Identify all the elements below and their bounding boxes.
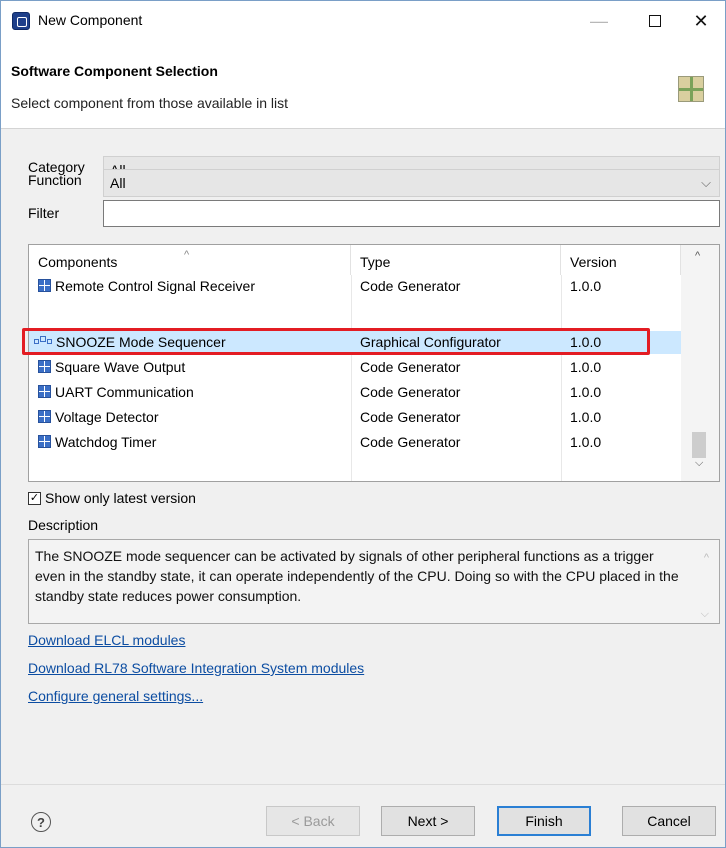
table-row[interactable]: Voltage Detector Code Generator 1.0.0 xyxy=(29,406,681,429)
component-version: 1.0.0 xyxy=(570,359,602,375)
component-icon xyxy=(38,435,51,448)
component-type: Code Generator xyxy=(360,384,461,400)
show-latest-checkbox[interactable]: ✓ xyxy=(28,491,41,505)
component-type: Code Generator xyxy=(360,359,461,375)
component-version: 1.0.0 xyxy=(570,334,602,350)
show-latest-option[interactable]: ✓ Show only latest version xyxy=(28,490,196,506)
show-latest-label: Show only latest version xyxy=(45,490,196,506)
function-value: All xyxy=(110,175,126,191)
component-icon xyxy=(38,279,51,292)
back-button[interactable]: < Back xyxy=(266,806,360,836)
footer-divider xyxy=(1,784,725,785)
scroll-down-icon[interactable]: ⌵ xyxy=(701,604,709,624)
download-elcl-link[interactable]: Download ELCL modules xyxy=(28,632,185,648)
scroll-up-icon[interactable]: ^ xyxy=(704,548,709,568)
component-version: 1.0.0 xyxy=(570,384,602,400)
component-version: 1.0.0 xyxy=(570,409,602,425)
title-bar: New Component — ✕ xyxy=(1,1,725,41)
close-button[interactable]: ✕ xyxy=(678,1,724,41)
next-button[interactable]: Next > xyxy=(381,806,475,836)
configure-settings-link[interactable]: Configure general settings... xyxy=(28,688,203,704)
component-type: Code Generator xyxy=(360,409,461,425)
component-type: Graphical Configurator xyxy=(360,334,501,350)
finish-button[interactable]: Finish xyxy=(497,806,591,836)
column-header-label: Components xyxy=(38,254,118,270)
table-scrollbar[interactable]: ^ ⌵ xyxy=(681,245,719,481)
component-icon xyxy=(38,410,51,423)
sort-caret-icon: ^ xyxy=(184,249,190,261)
table-row[interactable]: Watchdog Timer Code Generator 1.0.0 xyxy=(29,431,681,454)
components-table: Components ^ Type Version Remote Control… xyxy=(28,244,720,482)
cancel-button[interactable]: Cancel xyxy=(622,806,716,836)
download-rl78-link[interactable]: Download RL78 Software Integration Syste… xyxy=(28,660,364,676)
component-icon xyxy=(38,360,51,373)
app-icon xyxy=(12,12,30,30)
component-type: Code Generator xyxy=(360,434,461,450)
graphical-config-icon xyxy=(34,335,52,347)
component-name: Remote Control Signal Receiver xyxy=(55,278,255,294)
scrollbar-thumb[interactable] xyxy=(692,432,706,458)
description-label: Description xyxy=(28,517,99,533)
component-icon xyxy=(38,385,51,398)
description-box: The SNOOZE mode sequencer can be activat… xyxy=(28,539,720,624)
component-banner-icon xyxy=(678,76,704,102)
table-row[interactable]: Square Wave Output Code Generator 1.0.0 xyxy=(29,356,681,379)
maximize-button[interactable] xyxy=(632,1,678,41)
component-type: Code Generator xyxy=(360,278,461,294)
scroll-down-icon[interactable]: ⌵ xyxy=(695,457,703,470)
column-header-type[interactable]: Type xyxy=(351,245,561,275)
component-name: Square Wave Output xyxy=(55,359,186,375)
minimize-button[interactable]: — xyxy=(576,1,622,41)
scroll-up-icon[interactable]: ^ xyxy=(695,250,700,262)
help-icon[interactable]: ? xyxy=(31,812,51,832)
maximize-icon xyxy=(649,15,661,27)
filter-input[interactable] xyxy=(103,200,720,227)
component-name: UART Communication xyxy=(55,384,194,400)
component-version: 1.0.0 xyxy=(570,278,602,294)
function-label: Function xyxy=(28,172,82,188)
table-row-selected[interactable]: SNOOZE Mode Sequencer Graphical Configur… xyxy=(29,331,681,354)
component-name: Watchdog Timer xyxy=(55,434,157,450)
column-header-version[interactable]: Version xyxy=(561,245,681,275)
window-title: New Component xyxy=(38,12,143,28)
chevron-down-icon: ⌵ xyxy=(701,175,711,190)
page-subtitle: Select component from those available in… xyxy=(11,95,289,111)
table-row[interactable]: UART Communication Code Generator 1.0.0 xyxy=(29,381,681,404)
column-header-components[interactable]: Components ^ xyxy=(29,245,351,275)
component-version: 1.0.0 xyxy=(570,434,602,450)
wizard-header: Software Component Selection Select comp… xyxy=(1,41,725,129)
function-select[interactable]: All ⌵ xyxy=(103,169,720,197)
component-name: SNOOZE Mode Sequencer xyxy=(56,334,226,350)
table-row[interactable]: Remote Control Signal Receiver Code Gene… xyxy=(29,275,681,298)
description-text: The SNOOZE mode sequencer can be activat… xyxy=(35,548,679,604)
new-component-dialog: New Component — ✕ Software Component Sel… xyxy=(0,0,726,848)
filter-label: Filter xyxy=(28,205,60,221)
table-header: Components ^ Type Version xyxy=(29,245,681,275)
component-name: Voltage Detector xyxy=(55,409,159,425)
page-title: Software Component Selection xyxy=(11,63,218,79)
